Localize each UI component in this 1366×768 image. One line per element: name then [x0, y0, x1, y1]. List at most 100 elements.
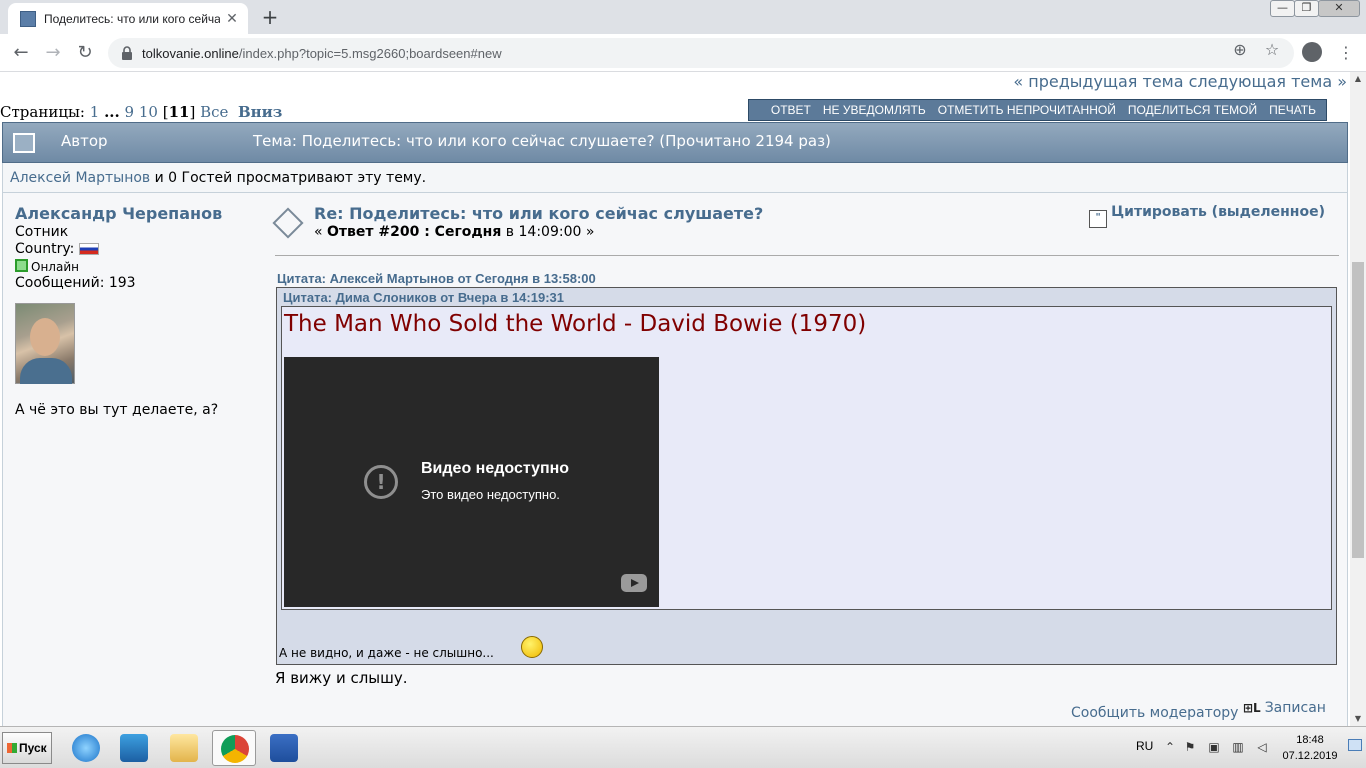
quote-block-outer: Цитата: Дима Слоников от Вчера в 14:19:3… — [276, 287, 1337, 665]
post-body-text: Я вижу и слышу. — [275, 669, 408, 687]
taskbar: Пуск RU ⌃ ⚑ ▣ ▥ ◁ 18:48 07.12.2019 — [0, 726, 1366, 768]
quote-outer-text: А не видно, и даже - не слышно... — [279, 646, 494, 660]
quote-icon: " — [1089, 210, 1108, 228]
topic-icon — [13, 133, 35, 153]
page-link-all[interactable]: Все — [200, 103, 228, 121]
online-indicator-icon — [15, 259, 28, 272]
language-indicator[interactable]: RU — [1136, 739, 1153, 753]
close-tab-icon[interactable]: ✕ — [224, 11, 240, 27]
poster-country: Country: — [15, 241, 255, 257]
action-center-icon[interactable]: ⚑ — [1182, 739, 1198, 755]
smiley-icon — [521, 636, 543, 658]
back-arrow-icon[interactable]: ← — [8, 40, 34, 66]
network-icon[interactable]: ▥ — [1230, 739, 1246, 755]
post-number: Ответ #200 : Сегодня — [327, 224, 502, 240]
unnotify-button[interactable]: НЕ УВЕДОМЛЯТЬ — [823, 103, 926, 117]
pagination: Страницы: 1 ... 9 10 [11] Все Вниз — [0, 103, 283, 121]
quote-block-inner: The Man Who Sold the World - David Bowie… — [281, 306, 1332, 610]
system-clock[interactable]: 18:48 07.12.2019 — [1278, 732, 1342, 764]
taskbar-file-explorer[interactable] — [162, 730, 206, 766]
online-label: Онлайн — [31, 260, 79, 274]
clock-time: 18:48 — [1296, 734, 1324, 746]
page-link-9[interactable]: 9 — [125, 103, 135, 121]
folder-icon — [170, 734, 198, 762]
bookmark-star-icon[interactable]: ☆ — [1262, 40, 1282, 60]
avatar — [15, 303, 75, 384]
page-link-1[interactable]: 1 — [90, 103, 100, 121]
avatar-shirt — [20, 358, 72, 384]
taskbar-internet-explorer[interactable] — [64, 730, 108, 766]
scroll-down-link[interactable]: Вниз — [238, 103, 282, 121]
lock-icon — [122, 46, 132, 60]
poster-name[interactable]: Александр Черепанов — [15, 204, 255, 223]
alert-icon: ! — [364, 465, 398, 499]
taskbar-media-player[interactable] — [112, 730, 156, 766]
close-window-button[interactable]: ✕ — [1318, 0, 1360, 17]
clock-date: 07.12.2019 — [1282, 750, 1338, 762]
forward-arrow-icon[interactable]: → — [40, 40, 66, 66]
browser-tab-bar: Поделитесь: что или кого сейча ✕ + — ❐ ✕ — [0, 0, 1366, 34]
page-scrollbar[interactable]: ▲ ▼ — [1350, 72, 1366, 726]
browser-toolbar: ← → ↻ tolkovanie.online/index.php?topic=… — [0, 34, 1366, 72]
poster-rank: Сотник — [15, 224, 69, 240]
topic-action-buttons: ОТВЕТ НЕ УВЕДОМЛЯТЬ ОТМЕТИТЬ НЕПРОЧИТАНН… — [748, 99, 1327, 121]
minimize-window-button[interactable]: — — [1270, 0, 1295, 17]
forum-post: Александр Черепанов Сотник Country: Онла… — [2, 193, 1348, 726]
song-title: The Man Who Sold the World - David Bowie… — [284, 311, 867, 337]
windows-logo-icon — [7, 743, 17, 753]
poster-signature: А чё это вы тут делаете, а? — [15, 402, 219, 418]
report-to-moderator-link[interactable]: Сообщить модератору — [1071, 705, 1238, 721]
page-link-10[interactable]: 10 — [139, 103, 158, 121]
pagination-ellipsis: ... — [104, 103, 120, 121]
post-icon — [272, 207, 304, 239]
address-bar[interactable]: tolkovanie.online/index.php?topic=5.msg2… — [108, 38, 1294, 68]
taskbar-chrome[interactable] — [212, 730, 256, 766]
browser-tab[interactable]: Поделитесь: что или кого сейча ✕ — [8, 3, 248, 34]
embedded-video-player[interactable]: ! Видео недоступно Это видео недоступно. — [284, 357, 659, 607]
new-tab-button[interactable]: + — [258, 5, 282, 29]
pagination-label: Страницы: — [0, 103, 85, 121]
author-column-header: Автор — [61, 132, 108, 150]
start-button[interactable]: Пуск — [2, 732, 52, 764]
scroll-up-arrow-icon[interactable]: ▲ — [1350, 72, 1366, 86]
scrollbar-thumb[interactable] — [1352, 262, 1364, 558]
volume-icon[interactable]: ◁ — [1254, 739, 1270, 755]
browser-menu-icon[interactable]: ⋮ — [1336, 42, 1356, 64]
quote-header-inner[interactable]: Цитата: Дима Слоников от Вчера в 14:19:3… — [283, 290, 564, 305]
taskbar-word[interactable] — [262, 730, 306, 766]
chrome-icon — [221, 735, 249, 763]
logged-status: ⊞L Записан — [1243, 700, 1326, 716]
restore-window-button[interactable]: ❐ — [1294, 0, 1319, 17]
topic-header-bar: Автор Тема: Поделитесь: что или кого сей… — [2, 122, 1348, 163]
profile-avatar-icon[interactable] — [1302, 42, 1322, 62]
video-unavailable-subtitle: Это видео недоступно. — [421, 487, 560, 502]
quote-selected-button[interactable]: " Цитировать (выделенное) — [1089, 204, 1325, 228]
youtube-logo-icon[interactable] — [621, 574, 647, 592]
current-page: 11 — [168, 103, 190, 121]
scroll-down-arrow-icon[interactable]: ▼ — [1350, 712, 1366, 726]
zoom-icon[interactable]: ⊕ — [1230, 40, 1250, 60]
poster-post-count: Сообщений: 193 — [15, 275, 136, 291]
topic-navigation-link[interactable]: « предыдущая тема следующая тема » — [1013, 72, 1347, 91]
forum-page: « предыдущая тема следующая тема » Стран… — [0, 72, 1350, 726]
post-subject-link[interactable]: Re: Поделитесь: что или кого сейчас слуш… — [314, 204, 763, 223]
mark-unread-button[interactable]: ОТМЕТИТЬ НЕПРОЧИТАННОЙ — [938, 103, 1116, 117]
post-meta: « Ответ #200 : Сегодня в 14:09:00 » — [314, 224, 595, 240]
reload-icon[interactable]: ↻ — [72, 40, 98, 66]
url-text: tolkovanie.online/index.php?topic=5.msg2… — [142, 45, 502, 61]
power-icon[interactable]: ▣ — [1206, 739, 1222, 755]
quote-header-outer[interactable]: Цитата: Алексей Мартынов от Сегодня в 13… — [277, 271, 596, 286]
post-header: Re: Поделитесь: что или кого сейчас слуш… — [272, 204, 1339, 256]
reply-button[interactable]: ОТВЕТ — [771, 103, 811, 117]
poster-info: Александр Черепанов Сотник Country: Онла… — [15, 204, 255, 418]
online-status: Онлайн — [15, 259, 255, 274]
internet-explorer-icon — [72, 734, 100, 762]
avatar-face — [30, 318, 60, 356]
country-label: Country: — [15, 241, 75, 257]
show-desktop-button[interactable] — [1348, 739, 1362, 751]
print-button[interactable]: ПЕЧАТЬ — [1269, 103, 1316, 117]
tray-expand-icon[interactable]: ⌃ — [1162, 739, 1178, 755]
viewer-user-link[interactable]: Алексей Мартынов — [10, 170, 150, 186]
share-topic-button[interactable]: ПОДЕЛИТЬСЯ ТЕМОЙ — [1128, 103, 1257, 117]
word-icon — [270, 734, 298, 762]
